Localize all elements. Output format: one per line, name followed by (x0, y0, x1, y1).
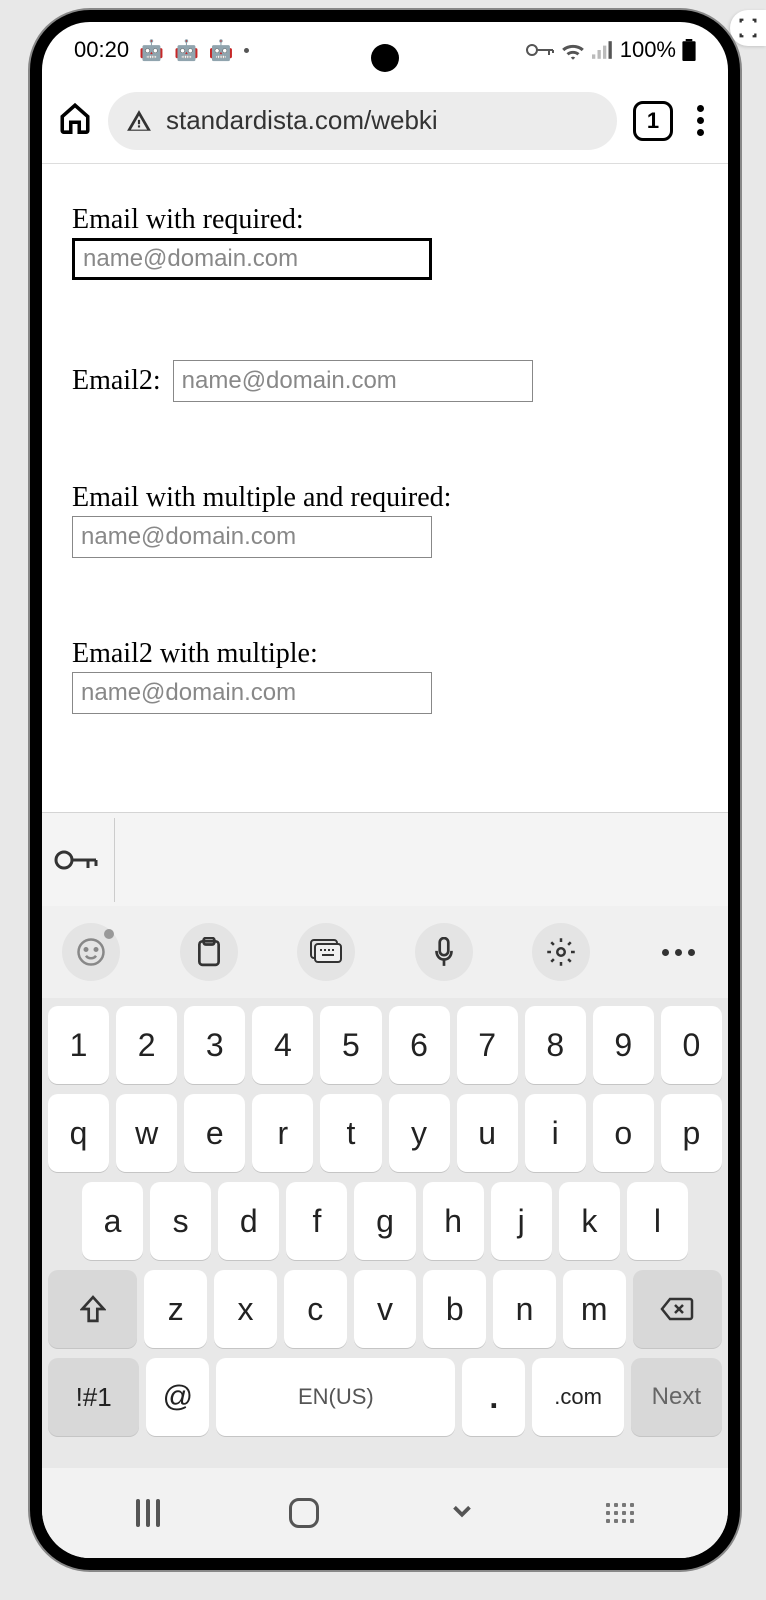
email2-input[interactable] (173, 360, 533, 402)
key-j[interactable]: j (491, 1182, 552, 1260)
key-v[interactable]: v (354, 1270, 417, 1348)
battery-percentage: 100% (620, 37, 676, 63)
key-t[interactable]: t (320, 1094, 381, 1172)
key-x[interactable]: x (214, 1270, 277, 1348)
key-p[interactable]: p (661, 1094, 722, 1172)
keyboard-row-numbers: 1234567890 (48, 1006, 722, 1084)
key-6[interactable]: 6 (389, 1006, 450, 1084)
signal-icon (592, 41, 614, 59)
space-key[interactable]: EN(US) (216, 1358, 455, 1436)
key-3[interactable]: 3 (184, 1006, 245, 1084)
key-a[interactable]: a (82, 1182, 143, 1260)
email2-multiple-label: Email2 with multiple: (72, 638, 698, 670)
key-z[interactable]: z (144, 1270, 207, 1348)
keyboard-row-1: qwertyuiop (48, 1094, 722, 1172)
key-1[interactable]: 1 (48, 1006, 109, 1084)
key-7[interactable]: 7 (457, 1006, 518, 1084)
clipboard-button[interactable] (180, 923, 238, 981)
key-8[interactable]: 8 (525, 1006, 586, 1084)
back-button[interactable] (447, 1496, 477, 1531)
keyboard-toolbar (42, 906, 728, 998)
android-icon: 🤖 (174, 38, 199, 63)
phone-frame: 00:20 🤖 🤖 🤖 100% standardista.com/we (30, 10, 740, 1570)
key-4[interactable]: 4 (252, 1006, 313, 1084)
tab-switcher-button[interactable]: 1 (633, 101, 673, 141)
email2-multiple-input[interactable] (72, 672, 432, 714)
system-nav-bar (42, 1468, 728, 1558)
key-r[interactable]: r (252, 1094, 313, 1172)
key-i[interactable]: i (525, 1094, 586, 1172)
insecure-warning-icon (126, 108, 152, 134)
password-key-icon[interactable] (54, 845, 98, 875)
key-c[interactable]: c (284, 1270, 347, 1348)
email2-label: Email2: (72, 365, 161, 397)
key-w[interactable]: w (116, 1094, 177, 1172)
key-s[interactable]: s (150, 1182, 211, 1260)
status-overflow-dot (244, 48, 249, 53)
key-d[interactable]: d (218, 1182, 279, 1260)
soft-keyboard: 1234567890 qwertyuiop asdfghjkl zxcvbnm … (42, 998, 728, 1468)
key-k[interactable]: k (559, 1182, 620, 1260)
key-h[interactable]: h (423, 1182, 484, 1260)
key-2[interactable]: 2 (116, 1006, 177, 1084)
battery-icon (682, 39, 696, 61)
home-button[interactable] (58, 101, 92, 140)
key-u[interactable]: u (457, 1094, 518, 1172)
backspace-key[interactable] (633, 1270, 722, 1348)
key-n[interactable]: n (493, 1270, 556, 1348)
key-e[interactable]: e (184, 1094, 245, 1172)
keyboard-row-bottom: !#1 @ EN(US) . .com Next (48, 1358, 722, 1436)
key-l[interactable]: l (627, 1182, 688, 1260)
recents-button[interactable] (136, 1499, 160, 1527)
page-content[interactable]: Email with required: Email2: Email with … (42, 164, 728, 714)
vpn-key-icon (526, 41, 554, 59)
next-key[interactable]: Next (631, 1358, 722, 1436)
divider (114, 818, 115, 902)
browser-toolbar: standardista.com/webki 1 (42, 78, 728, 164)
url-bar[interactable]: standardista.com/webki (108, 92, 617, 150)
settings-button[interactable] (532, 923, 590, 981)
dotcom-key[interactable]: .com (532, 1358, 623, 1436)
symbols-key[interactable]: !#1 (48, 1358, 139, 1436)
email-multiple-required-label: Email with multiple and required: (72, 482, 698, 514)
key-g[interactable]: g (354, 1182, 415, 1260)
status-time: 00:20 (74, 37, 129, 63)
key-b[interactable]: b (423, 1270, 486, 1348)
home-nav-button[interactable] (289, 1498, 319, 1528)
tab-count-value: 1 (647, 108, 659, 134)
screenshot-corner-icon (730, 10, 766, 46)
keyboard-row-3: zxcvbnm (48, 1270, 722, 1348)
period-key[interactable]: . (462, 1358, 525, 1436)
toolbar-more-button[interactable] (650, 923, 708, 981)
notification-dot (104, 929, 114, 939)
key-o[interactable]: o (593, 1094, 654, 1172)
autofill-bar (42, 812, 728, 906)
screen: 00:20 🤖 🤖 🤖 100% standardista.com/we (42, 22, 728, 1558)
keyboard-mode-button[interactable] (297, 923, 355, 981)
shift-key[interactable] (48, 1270, 137, 1348)
android-icon: 🤖 (209, 38, 234, 63)
key-0[interactable]: 0 (661, 1006, 722, 1084)
voice-input-button[interactable] (415, 923, 473, 981)
email-multiple-required-input[interactable] (72, 516, 432, 558)
key-f[interactable]: f (286, 1182, 347, 1260)
url-text: standardista.com/webki (166, 105, 438, 136)
menu-button[interactable] (689, 105, 712, 136)
camera-notch (371, 44, 399, 72)
email-required-input[interactable] (72, 238, 432, 280)
at-key[interactable]: @ (146, 1358, 209, 1436)
key-9[interactable]: 9 (593, 1006, 654, 1084)
key-5[interactable]: 5 (320, 1006, 381, 1084)
key-q[interactable]: q (48, 1094, 109, 1172)
android-icon: 🤖 (139, 38, 164, 63)
key-m[interactable]: m (563, 1270, 626, 1348)
key-y[interactable]: y (389, 1094, 450, 1172)
email-required-label: Email with required: (72, 204, 698, 236)
keyboard-switch-button[interactable] (606, 1503, 634, 1523)
keyboard-row-2: asdfghjkl (48, 1182, 722, 1260)
wifi-icon (560, 40, 586, 60)
